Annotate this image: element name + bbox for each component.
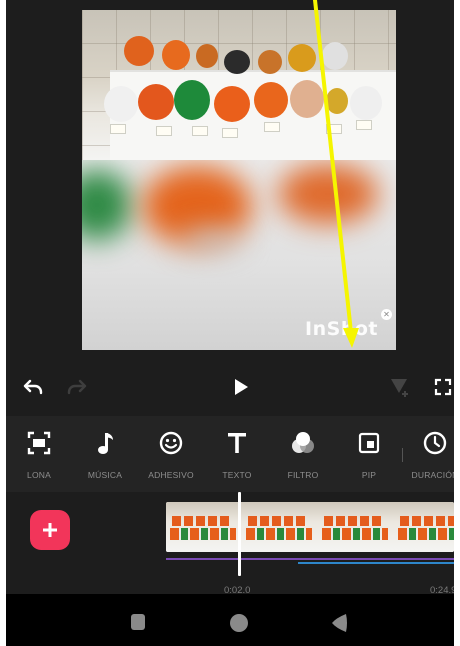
plus-icon <box>43 523 57 537</box>
timeline: 0:02.0 0:24.9 <box>6 492 454 596</box>
overlay-track-indicator[interactable] <box>298 562 454 564</box>
editor-screen: InShot ✕ LONA MÚSICA ADHESIVO TEXTO FILT… <box>6 0 454 646</box>
smiley-icon <box>138 428 204 458</box>
tool-label: PIP <box>361 470 377 480</box>
tool-duracion[interactable]: DURACIÓN <box>402 416 454 492</box>
tool-label: MÚSICA <box>87 470 123 480</box>
annotation-arrow-icon <box>313 0 359 348</box>
tool-label: ADHESIVO <box>148 470 194 480</box>
clock-icon <box>402 428 454 458</box>
undo-icon[interactable] <box>20 374 46 400</box>
clip-frame <box>166 502 242 552</box>
fullscreen-icon[interactable] <box>430 374 454 400</box>
home-icon[interactable] <box>228 612 250 639</box>
clip-frame <box>242 502 318 552</box>
playback-controls <box>6 356 454 416</box>
music-note-icon <box>72 428 138 458</box>
system-navigation-bar <box>6 594 454 646</box>
tool-label: FILTRO <box>287 470 319 480</box>
tool-bar: LONA MÚSICA ADHESIVO TEXTO FILTRO PIP DU… <box>6 416 454 492</box>
keyframe-icon[interactable] <box>386 374 412 400</box>
recents-icon[interactable] <box>128 612 148 637</box>
tool-adhesivo[interactable]: ADHESIVO <box>138 416 204 492</box>
add-clip-button[interactable] <box>30 510 70 550</box>
video-clip-track[interactable] <box>166 502 454 552</box>
clip-frame <box>318 502 394 552</box>
redo-icon[interactable] <box>64 374 90 400</box>
text-icon <box>204 428 270 458</box>
canvas-icon <box>6 428 72 458</box>
tool-texto[interactable]: TEXTO <box>204 416 270 492</box>
tool-pip[interactable]: PIP <box>336 416 402 492</box>
tool-label: LONA <box>27 470 51 480</box>
preview-area: InShot ✕ <box>6 0 454 356</box>
tool-lona[interactable]: LONA <box>6 416 72 492</box>
audio-track-indicator[interactable] <box>166 558 454 560</box>
playhead[interactable] <box>238 492 241 576</box>
clip-frame <box>394 502 454 552</box>
tool-musica[interactable]: MÚSICA <box>72 416 138 492</box>
play-icon[interactable] <box>228 374 254 400</box>
back-icon[interactable] <box>330 612 350 639</box>
tool-filtro[interactable]: FILTRO <box>270 416 336 492</box>
filter-icon <box>270 428 336 458</box>
tool-label: DURACIÓN <box>411 470 454 480</box>
pip-icon <box>336 428 402 458</box>
tool-label: TEXTO <box>222 470 252 480</box>
